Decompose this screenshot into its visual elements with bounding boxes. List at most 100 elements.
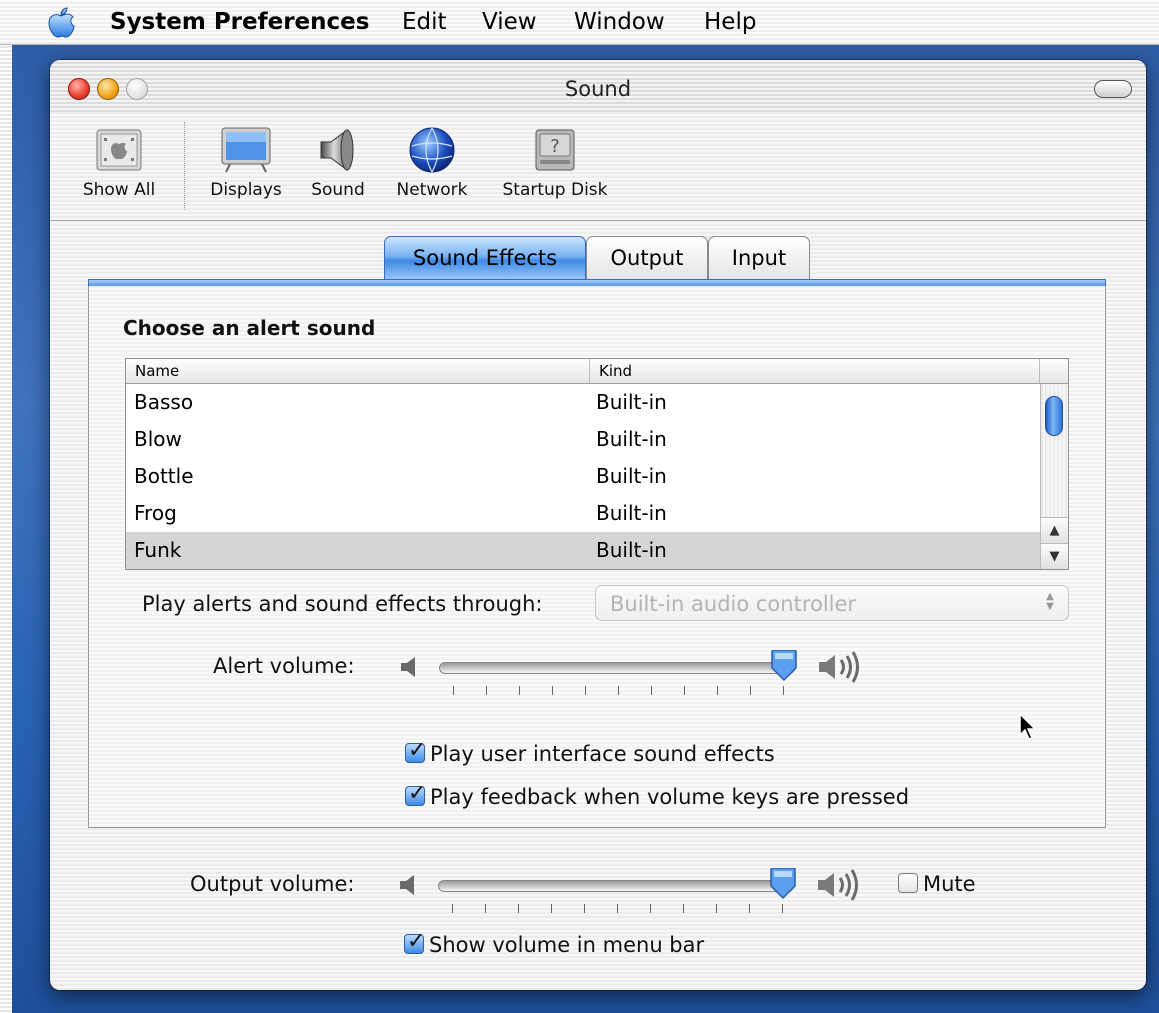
menu-view[interactable]: View <box>482 9 537 35</box>
tab-output[interactable]: Output <box>586 236 708 280</box>
slider-tick <box>684 686 685 695</box>
cell-kind: Built-in <box>596 427 667 451</box>
toolbar-label-startup-disk: Startup Disk <box>502 180 608 200</box>
table-row[interactable]: Bottle Built-in <box>126 458 1040 495</box>
slider-tick <box>519 686 520 695</box>
slider-tick <box>485 904 486 913</box>
display-icon <box>221 127 271 173</box>
menu-app-name[interactable]: System Preferences <box>110 9 369 35</box>
toolbar-displays[interactable]: Displays <box>200 126 292 200</box>
toolbar-startup-disk[interactable]: ? Startup Disk <box>490 126 620 200</box>
slider-tick <box>452 904 453 913</box>
cell-name: Bottle <box>134 464 194 488</box>
tab-sound-effects[interactable]: Sound Effects <box>384 236 586 280</box>
slider-tick <box>683 904 684 913</box>
toolbar-label-network: Network <box>396 180 468 200</box>
slider-tick <box>750 686 751 695</box>
output-device-label: Play alerts and sound effects through: <box>142 592 543 616</box>
alert-volume-slider[interactable] <box>769 650 799 686</box>
volume-feedback-label: Play feedback when volume keys are press… <box>430 785 910 809</box>
output-volume-slider[interactable] <box>768 868 798 904</box>
slider-tick <box>551 904 552 913</box>
menu-edit[interactable]: Edit <box>402 9 447 35</box>
slider-tick <box>618 686 619 695</box>
alert-sound-heading: Choose an alert sound <box>123 316 376 340</box>
slider-tick <box>783 686 784 695</box>
cell-kind: Built-in <box>596 501 667 525</box>
sound-effects-panel: Choose an alert sound Name Kind Basso Bu… <box>88 286 1106 828</box>
sound-preferences-window: Sound Show All Displays Sound Network ? … <box>50 60 1146 990</box>
volume-high-icon <box>819 651 859 683</box>
window-title: Sound <box>564 77 632 101</box>
mute-checkbox[interactable]: Mute <box>898 872 976 896</box>
volume-low-icon <box>401 657 415 677</box>
mouse-pointer-icon <box>1019 713 1037 740</box>
table-row[interactable]: Basso Built-in <box>126 384 1040 421</box>
cell-kind: Built-in <box>596 538 667 562</box>
svg-text:?: ? <box>550 136 560 157</box>
output-volume-track[interactable] <box>438 880 794 892</box>
cell-name: Blow <box>134 427 182 451</box>
menu-window[interactable]: Window <box>574 9 665 35</box>
disk-icon: ? <box>535 129 575 171</box>
slider-tick <box>782 904 783 913</box>
column-header-name[interactable]: Name <box>126 359 590 384</box>
cell-name: Frog <box>134 501 177 525</box>
checkbox-checked-icon[interactable] <box>405 738 426 763</box>
slider-tick <box>617 904 618 913</box>
volume-high-icon <box>818 869 858 901</box>
slider-tick <box>518 904 519 913</box>
cell-kind: Built-in <box>596 464 667 488</box>
output-device-popup[interactable]: Built-in audio controller ▲ ▼ <box>595 585 1069 621</box>
alert-volume-label: Alert volume: <box>213 654 355 678</box>
column-header-corner <box>1040 359 1068 384</box>
checkbox-unchecked-icon[interactable] <box>898 873 918 893</box>
scroll-down-arrow-icon[interactable]: ▼ <box>1041 543 1068 569</box>
cell-name: Basso <box>134 390 194 414</box>
mute-label: Mute <box>923 872 976 896</box>
column-header-kind[interactable]: Kind <box>590 359 1040 384</box>
globe-icon <box>409 127 455 173</box>
table-row[interactable]: Blow Built-in <box>126 421 1040 458</box>
slider-tick <box>651 686 652 695</box>
tab-input[interactable]: Input <box>708 236 810 280</box>
checkbox-checked-icon[interactable] <box>404 929 425 954</box>
output-volume-label: Output volume: <box>190 872 355 896</box>
output-device-value: Built-in audio controller <box>610 592 857 616</box>
toolbar: Show All Displays Sound Network ? Startu… <box>50 112 1146 221</box>
slider-tick <box>453 686 454 695</box>
apple-menu-icon[interactable] <box>44 6 78 40</box>
slider-tick <box>650 904 651 913</box>
toolbar-label-displays: Displays <box>210 180 282 200</box>
toolbar-network[interactable]: Network <box>386 126 478 200</box>
toolbar-toggle-button[interactable] <box>1094 80 1132 98</box>
toolbar-separator <box>184 122 185 210</box>
toolbar-label-show-all: Show All <box>82 180 156 200</box>
alert-volume-ticks <box>453 686 784 696</box>
alert-volume-track[interactable] <box>439 662 795 674</box>
volume-feedback-checkbox[interactable]: Play feedback when volume keys are press… <box>405 781 910 809</box>
ui-sound-effects-label: Play user interface sound effects <box>430 742 775 766</box>
show-all-icon <box>96 129 142 171</box>
table-row-selected[interactable]: Funk Built-in <box>126 532 1040 569</box>
scroll-up-arrow-icon[interactable]: ▲ <box>1041 517 1068 543</box>
title-bar[interactable]: Sound <box>50 60 1146 112</box>
slider-tick <box>716 904 717 913</box>
slider-tick <box>552 686 553 695</box>
toolbar-sound[interactable]: Sound <box>302 126 374 200</box>
scrollbar-thumb[interactable] <box>1045 396 1063 436</box>
slider-tick <box>486 686 487 695</box>
cell-kind: Built-in <box>596 390 667 414</box>
output-volume-ticks <box>452 904 783 914</box>
toolbar-show-all[interactable]: Show All <box>70 126 168 200</box>
show-volume-menubar-checkbox[interactable]: Show volume in menu bar <box>404 929 704 957</box>
checkbox-checked-icon[interactable] <box>405 781 426 806</box>
menu-help[interactable]: Help <box>704 9 756 35</box>
cell-name: Funk <box>134 538 182 562</box>
speaker-icon <box>320 129 354 171</box>
table-row[interactable]: Frog Built-in <box>126 495 1040 532</box>
ui-sound-effects-checkbox[interactable]: Play user interface sound effects <box>405 738 775 766</box>
alert-sound-table: Name Kind Basso Built-in Blow Built-in B… <box>125 358 1069 570</box>
slider-tick <box>585 686 586 695</box>
table-scrollbar[interactable]: ▲ ▼ <box>1040 384 1068 569</box>
